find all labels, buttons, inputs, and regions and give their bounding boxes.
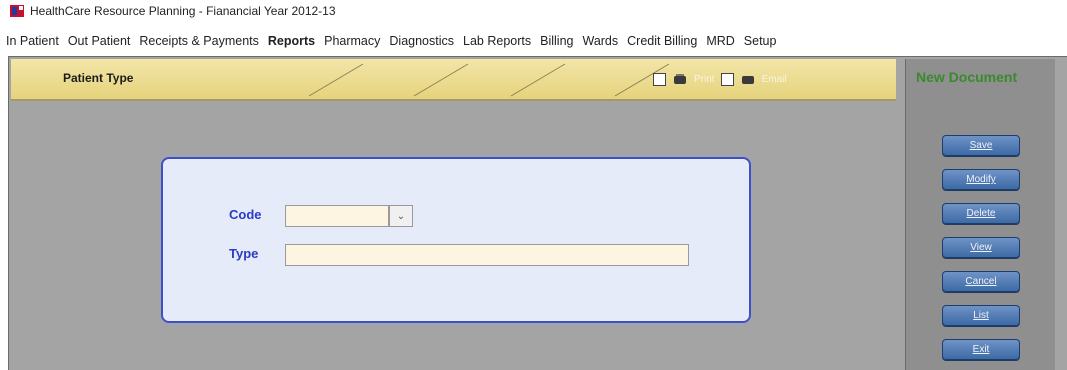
menu-item-pharmacy[interactable]: Pharmacy [324, 34, 380, 48]
code-label: Code [229, 207, 262, 222]
menu-item-in-patient[interactable]: In Patient [6, 34, 59, 48]
menu-item-diagnostics[interactable]: Diagnostics [389, 34, 454, 48]
menu-item-lab-reports[interactable]: Lab Reports [463, 34, 531, 48]
email-label: Email [761, 74, 787, 85]
patient-type-form: Code ⌄ Type [161, 157, 751, 323]
view-button[interactable]: View [942, 237, 1020, 258]
menu-item-receipts-payments[interactable]: Receipts & Payments [139, 34, 259, 48]
email-checkbox[interactable] [720, 73, 734, 86]
type-field[interactable] [285, 244, 689, 266]
menu-item-setup[interactable]: Setup [744, 34, 777, 48]
print-checkbox[interactable] [653, 73, 666, 86]
window-title: HealthCare Resource Planning - Fianancia… [30, 4, 336, 18]
chevron-down-icon: ⌄ [396, 210, 406, 222]
menu-item-billing[interactable]: Billing [540, 34, 573, 48]
printer-icon [672, 73, 688, 86]
type-label: Type [229, 246, 259, 261]
output-options: Print Email [653, 73, 787, 86]
modify-button[interactable]: Modify [942, 169, 1020, 190]
menu-item-credit-billing[interactable]: Credit Billing [627, 34, 697, 48]
list-button[interactable]: List [942, 305, 1020, 326]
action-sidebar: New Document Save Modify Delete View Can… [905, 59, 1055, 370]
title-bar: HealthCare Resource Planning - Fianancia… [0, 0, 1067, 22]
print-label: Print [694, 74, 715, 85]
document-status: New Document [916, 69, 1018, 85]
document-title: Patient Type [63, 71, 134, 85]
menu-bar: In Patient Out Patient Receipts & Paymen… [0, 31, 785, 51]
menu-item-wards[interactable]: Wards [582, 34, 618, 48]
menu-item-mrd[interactable]: MRD [706, 34, 734, 48]
header-divider [406, 62, 476, 98]
header-divider [301, 62, 371, 98]
code-dropdown-button[interactable]: ⌄ [389, 205, 413, 227]
header-divider [503, 62, 573, 98]
menu-item-reports[interactable]: Reports [268, 34, 315, 48]
email-icon [740, 74, 756, 86]
document-workspace: Patient Type Print Email Code ⌄ Type New… [8, 56, 1067, 370]
menu-item-out-patient[interactable]: Out Patient [68, 34, 131, 48]
document-header: Patient Type Print Email [11, 59, 896, 101]
save-button[interactable]: Save [942, 135, 1020, 156]
exit-button[interactable]: Exit [942, 339, 1020, 360]
delete-button[interactable]: Delete [942, 203, 1020, 224]
cancel-button[interactable]: Cancel [942, 271, 1020, 292]
code-combobox[interactable] [285, 205, 389, 227]
app-logo-icon [10, 5, 24, 17]
